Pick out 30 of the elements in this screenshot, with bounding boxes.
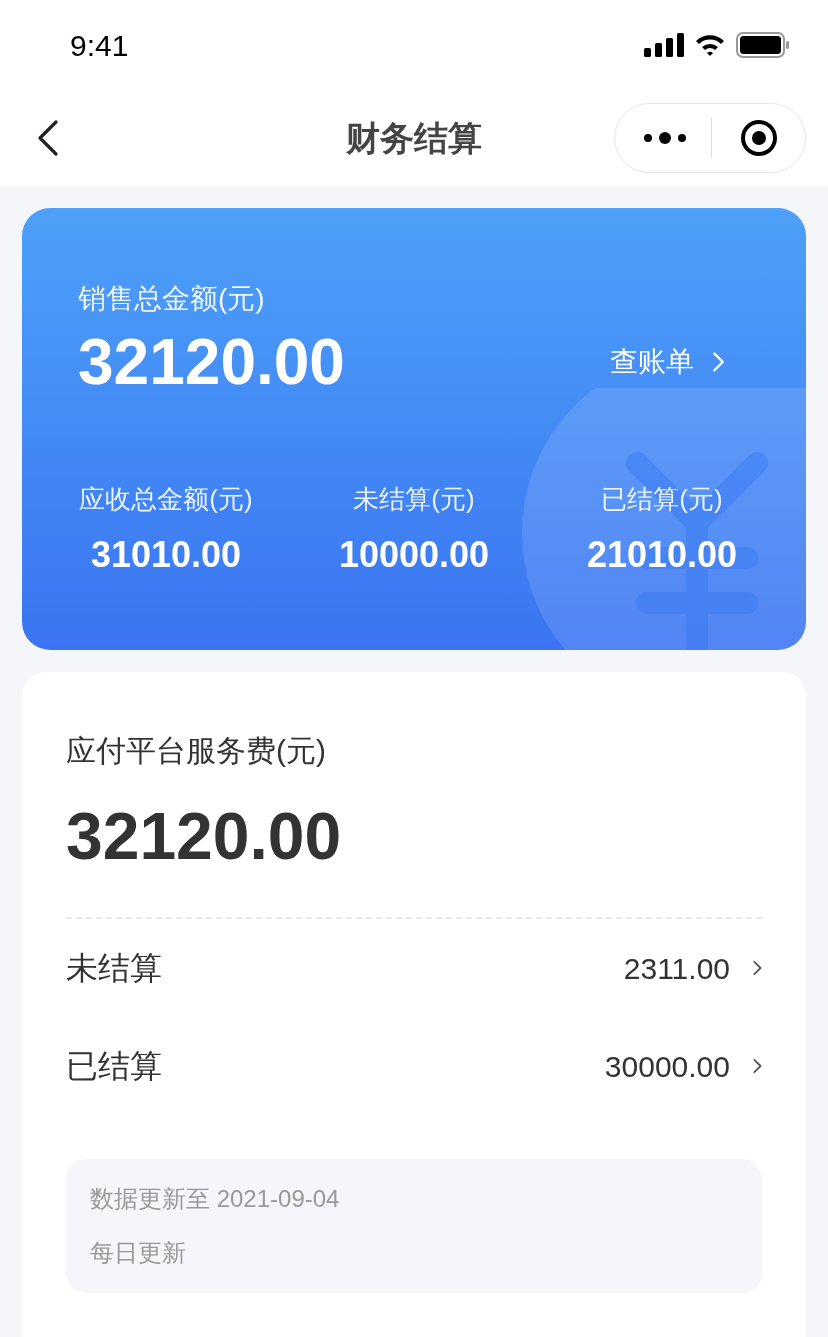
wifi-icon — [694, 33, 726, 57]
summary-label: 销售总金额(元) — [78, 282, 266, 316]
stat-value: 10000.00 — [338, 537, 490, 573]
settlement-row[interactable]: 已结算 30000.00 — [66, 1017, 762, 1115]
row-value: 30000.00 — [604, 1048, 730, 1085]
stat-label: 已结算(元) — [601, 483, 723, 516]
stat-label: 未结算(元) — [353, 483, 475, 516]
battery-icon — [736, 32, 790, 58]
row-label: 未结算 — [66, 949, 162, 988]
update-note-text: 数据更新至 2021-09-04 — [90, 1184, 341, 1214]
chevron-icon — [712, 351, 724, 373]
chevron-icon — [752, 1058, 762, 1074]
row-value: 2311.00 — [623, 950, 730, 987]
page-title: 财务结算 — [346, 117, 482, 159]
record-icon[interactable] — [740, 119, 778, 157]
more-icon[interactable] — [643, 131, 687, 145]
row-label: 已结算 — [66, 1047, 162, 1086]
settlement-row[interactable]: 未结算 2311.00 — [66, 919, 762, 1017]
signal-icon — [644, 33, 684, 57]
update-note-text: 每日更新 — [90, 1238, 187, 1268]
status-time: 9:41 — [70, 27, 129, 64]
back-icon[interactable] — [36, 118, 60, 158]
chevron-icon — [752, 960, 762, 976]
fee-amount: 32120.00 — [66, 803, 343, 869]
stat-value: 31010.00 — [90, 537, 242, 573]
yen-decoration-icon — [522, 388, 806, 650]
stat-value: 21010.00 — [586, 537, 738, 573]
stat-label: 应收总金额(元) — [79, 483, 253, 516]
summary-amount: 32120.00 — [78, 330, 345, 394]
fee-label: 应付平台服务费(元) — [66, 733, 327, 769]
